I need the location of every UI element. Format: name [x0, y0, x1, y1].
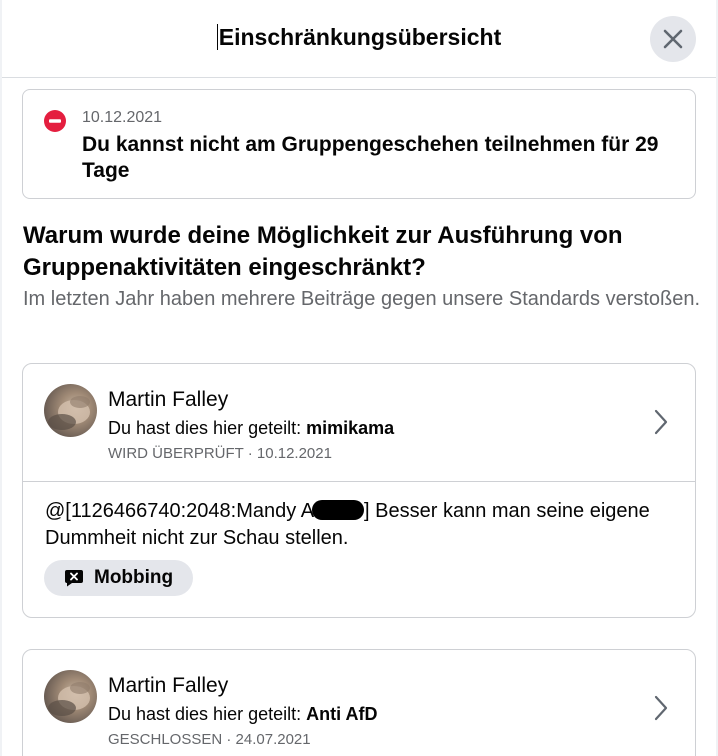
review-status: WIRD ÜBERPRÜFT · 10.12.2021: [108, 445, 332, 462]
close-button[interactable]: [650, 16, 696, 62]
restriction-overview-dialog: Einschränkungsübersicht 10.12.2021 Du ka…: [2, 0, 716, 756]
violation-card: Martin Falley Du hast dies hier geteilt:…: [22, 649, 696, 756]
dialog-title: Einschränkungsübersicht: [2, 24, 716, 51]
chevron-right-icon: [654, 695, 668, 721]
speech-bubble-x-icon: [65, 570, 83, 587]
author-name: Martin Falley: [108, 388, 229, 411]
shared-prefix: Du hast dies hier geteilt:: [108, 418, 302, 438]
why-subtext: Im letzten Jahr haben mehrere Beiträge g…: [23, 288, 701, 310]
shared-info: Du hast dies hier geteilt: Anti AfD: [108, 704, 377, 725]
why-heading: Warum wurde deine Möglichkeit zur Ausfüh…: [23, 222, 623, 281]
comment-part-1: @[1126466740:2048:Mandy A: [45, 500, 315, 522]
review-status: GESCHLOSSEN · 24.07.2021: [108, 731, 311, 748]
shared-info: Du hast dies hier geteilt: mimikama: [108, 418, 394, 439]
tag-label: Mobbing: [94, 567, 174, 588]
violating-comment: @[1126466740:2048:Mandy A] Besser kann m…: [45, 498, 675, 552]
violation-category-tag[interactable]: Mobbing: [44, 560, 194, 596]
avatar: [44, 670, 97, 723]
chevron-right-icon: [654, 409, 668, 435]
shared-target: mimikama: [306, 418, 395, 438]
avatar: [44, 384, 97, 437]
violation-card-header[interactable]: Martin Falley Du hast dies hier geteilt:…: [23, 650, 695, 756]
notice-date: 10.12.2021: [82, 109, 163, 126]
avatar-photo: [48, 396, 90, 430]
author-name: Martin Falley: [108, 674, 229, 697]
dialog-title-text: Einschränkungsübersicht: [218, 24, 502, 50]
shared-target: Anti AfD: [306, 704, 378, 724]
violation-card-header[interactable]: Martin Falley Du hast dies hier geteilt:…: [23, 364, 695, 481]
divider: [23, 481, 695, 482]
shared-prefix: Du hast dies hier geteilt:: [108, 704, 302, 724]
dialog-header: Einschränkungsübersicht: [2, 0, 716, 78]
avatar-photo: [48, 682, 90, 716]
text-cursor: [216, 24, 218, 50]
redaction-mark: [312, 500, 365, 520]
restriction-notice: 10.12.2021 Du kannst nicht am Gruppenges…: [22, 89, 696, 199]
close-icon: [663, 29, 683, 49]
notice-text: Du kannst nicht am Gruppengeschehen teil…: [82, 133, 659, 182]
violation-card: Martin Falley Du hast dies hier geteilt:…: [22, 363, 696, 618]
stop-icon: [44, 110, 66, 132]
